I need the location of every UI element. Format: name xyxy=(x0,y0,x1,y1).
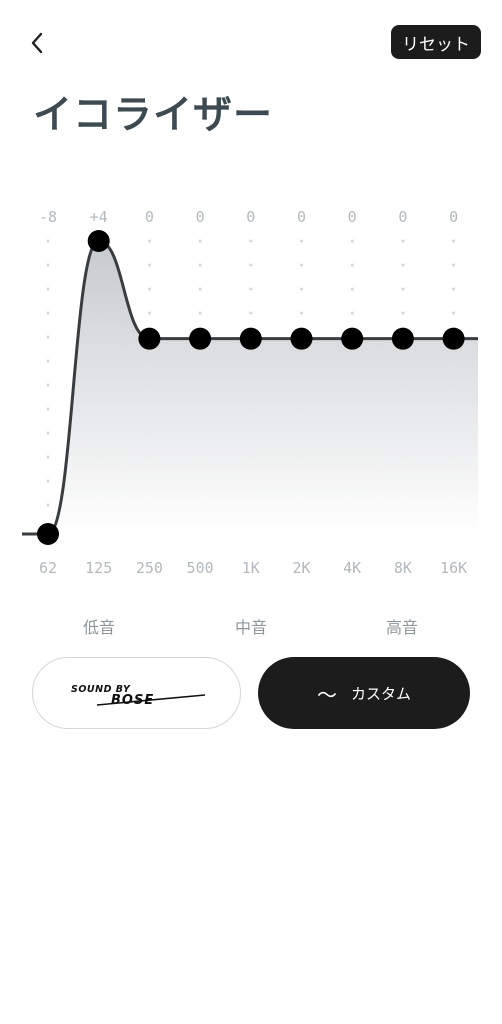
eq-band-handle-62[interactable] xyxy=(37,523,59,545)
grid-dot xyxy=(46,335,50,339)
grid-dot xyxy=(147,263,151,267)
eq-band-handle-16K[interactable] xyxy=(442,327,465,350)
band-frequency-label: 4K xyxy=(343,559,361,577)
grid-dot xyxy=(300,311,303,315)
grid-dot xyxy=(46,407,50,411)
equalizer-chart[interactable]: -8 +4 0 0 0 0 0 0 0 62 125 250 500 1K 2K 4K 8K 16K xyxy=(0,195,502,595)
band-frequency-label: 500 xyxy=(187,559,214,577)
band-value-label: 0 xyxy=(196,208,205,226)
grid-dot xyxy=(452,263,456,267)
chevron-left-icon xyxy=(31,32,43,54)
grid-dot xyxy=(452,287,456,291)
grid-dot xyxy=(46,239,50,243)
grid-dot xyxy=(452,311,456,315)
grid-dot xyxy=(249,239,253,243)
grid-dot xyxy=(46,287,50,291)
eq-band-handle-8K[interactable] xyxy=(391,327,414,350)
band-value-label: 0 xyxy=(398,208,407,226)
grid-dot xyxy=(249,287,253,291)
grid-dot xyxy=(46,359,50,363)
grid-dot xyxy=(46,383,50,387)
grid-dot xyxy=(46,479,50,483)
grid-dot xyxy=(300,239,303,243)
grid-dot xyxy=(198,287,202,291)
eq-band-handle-1K[interactable] xyxy=(239,327,262,350)
band-frequency-label: 1K xyxy=(242,559,260,577)
grid-dot xyxy=(46,431,50,435)
grid-dot xyxy=(198,311,202,315)
grid-dot xyxy=(198,239,202,243)
grid-dot xyxy=(401,263,405,267)
eq-band-handle-125[interactable] xyxy=(87,230,110,252)
grid-dot xyxy=(46,503,50,507)
grid-dot xyxy=(401,311,405,315)
grid-dot xyxy=(350,263,354,267)
grid-dot xyxy=(401,287,405,291)
grid-dot xyxy=(350,287,354,291)
band-value-label: 0 xyxy=(246,208,255,226)
page-title: イコライザー xyxy=(33,93,274,138)
range-label-low: 低音 xyxy=(82,618,115,637)
grid-dot xyxy=(350,239,354,243)
grid-dot xyxy=(452,239,456,243)
sound-by-bose-logo: SOUND BY BOSE xyxy=(71,684,206,708)
grid-dot xyxy=(46,455,50,459)
band-value-label: -8 xyxy=(39,208,57,226)
band-value-label: 0 xyxy=(145,208,154,226)
grid-dot xyxy=(147,311,151,315)
reset-button[interactable]: リセット xyxy=(391,25,481,59)
eq-band-handle-500[interactable] xyxy=(189,327,212,350)
grid-dot xyxy=(249,311,253,315)
band-value-label: 0 xyxy=(449,208,458,226)
eq-band-handle-2K[interactable] xyxy=(290,327,313,350)
band-frequency-label: 2K xyxy=(292,559,310,577)
band-frequency-label: 250 xyxy=(136,559,163,577)
wave-icon: 〜 xyxy=(316,682,337,707)
band-frequency-label: 16K xyxy=(440,559,467,577)
grid-dot xyxy=(198,263,202,267)
band-value-label: 0 xyxy=(348,208,357,226)
range-label-mid: 中音 xyxy=(234,618,267,637)
grid-dot xyxy=(300,263,303,267)
band-value-label: +4 xyxy=(90,208,108,226)
grid-dot xyxy=(46,263,50,267)
band-frequency-label: 125 xyxy=(85,559,112,577)
grid-dot xyxy=(401,239,405,243)
eq-curve-area xyxy=(22,241,478,534)
equalizer-graph[interactable]: -8 +4 0 0 0 0 0 0 0 62 125 250 500 1K 2K 4K 8K 16K xyxy=(0,195,502,595)
eq-band-handle-4K[interactable] xyxy=(341,327,364,350)
preset-custom-label: カスタム xyxy=(350,684,411,703)
eq-band-handle-250[interactable] xyxy=(138,327,161,350)
grid-dot xyxy=(300,287,303,291)
back-button[interactable] xyxy=(22,26,56,60)
band-value-label: 0 xyxy=(297,208,306,226)
band-frequency-label: 8K xyxy=(394,559,412,577)
grid-dot xyxy=(147,239,151,243)
grid-dot xyxy=(350,311,354,315)
range-label-high: 高音 xyxy=(385,618,418,637)
preset-sound-by-bose-button[interactable]: SOUND BY BOSE xyxy=(32,657,241,729)
grid-dot xyxy=(46,311,50,315)
grid-dot xyxy=(249,263,253,267)
grid-dot xyxy=(147,287,151,291)
band-frequency-label: 62 xyxy=(39,559,57,577)
preset-custom-button[interactable]: 〜 カスタム xyxy=(258,657,470,729)
